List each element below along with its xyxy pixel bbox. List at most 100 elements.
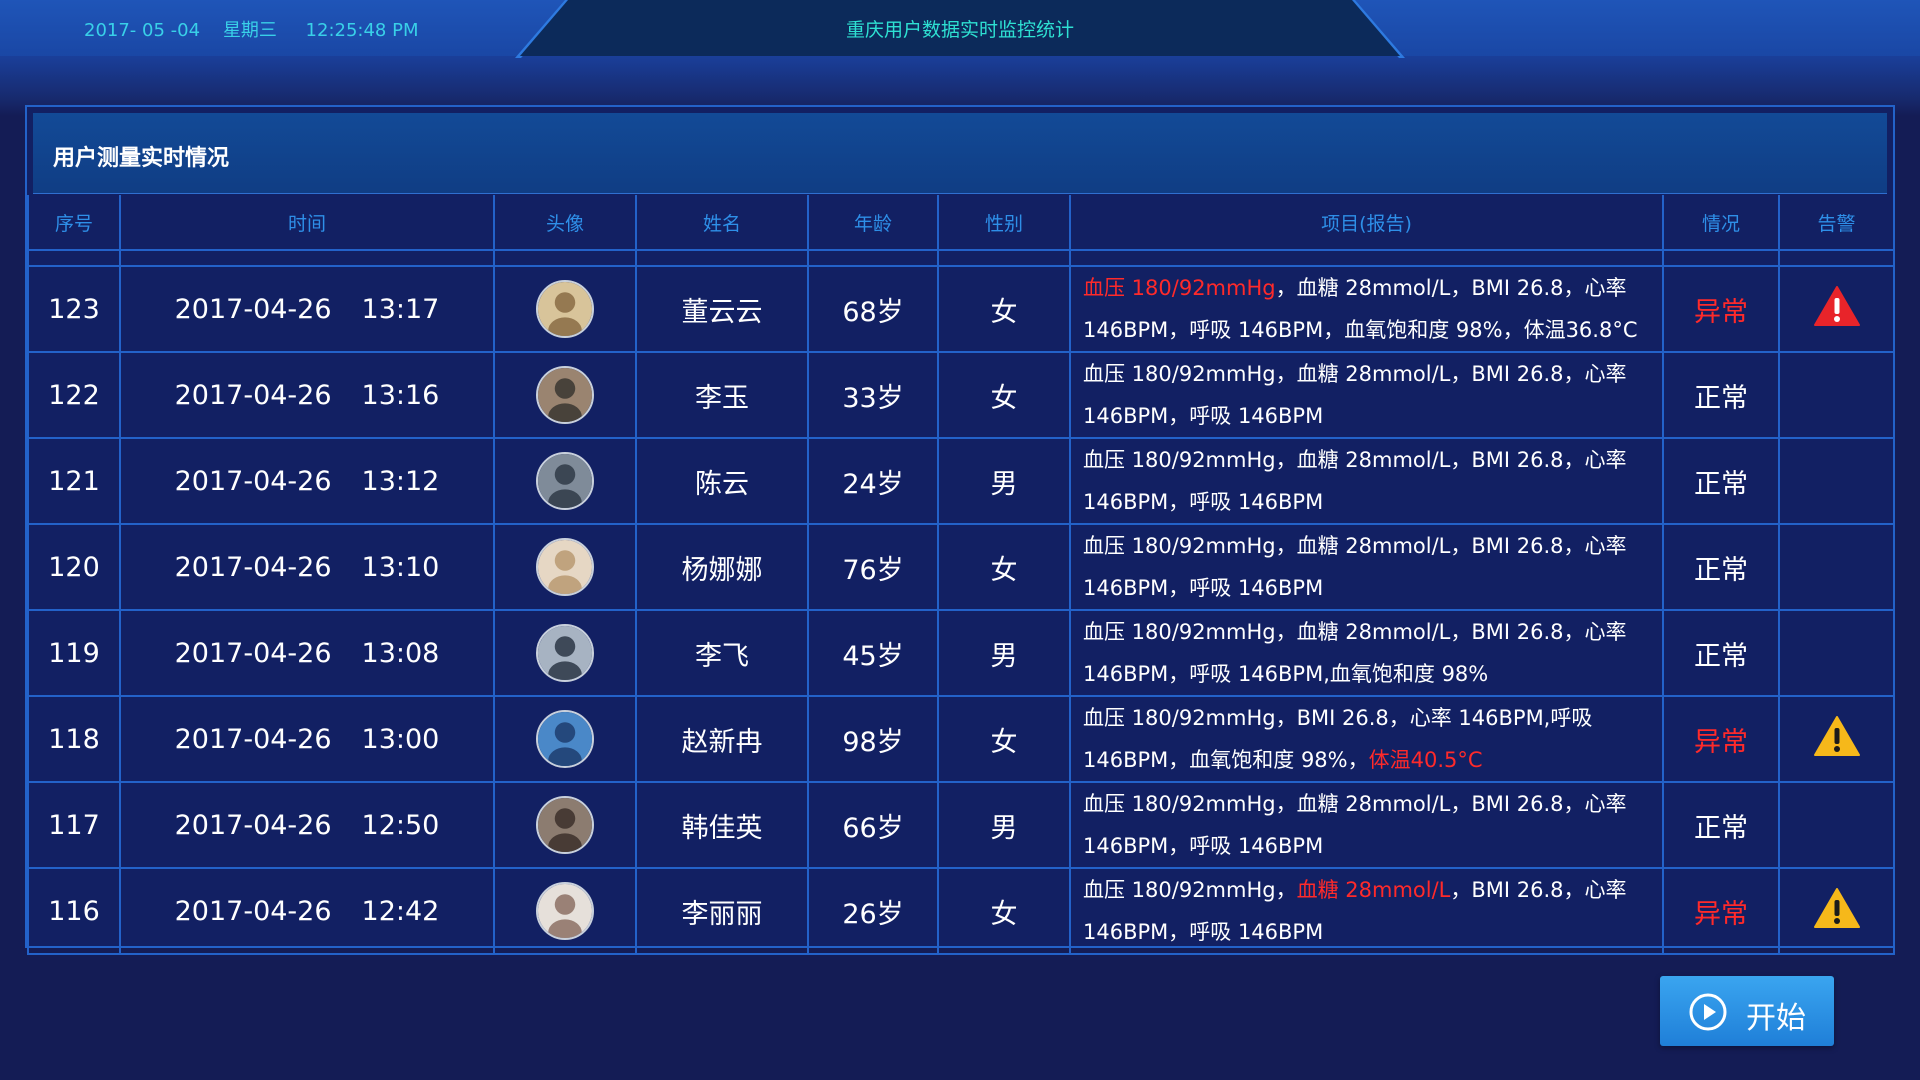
cell-id: 116 [27,867,121,955]
report-segment: 血压 180/92mmHg，血糖 28mmol/L，BMI 26.8，心率 14… [1083,448,1627,514]
cell-avatar [493,523,637,611]
cell-date: 2017-04-26 [174,465,332,497]
cell-clock: 12:50 [361,809,440,841]
cell-report: 血压 180/92mmHg，血糖 28mmol/L，BMI 26.8，心率 14… [1069,351,1664,439]
report-segment: 血压 180/92mmHg， [1083,878,1297,902]
table-spacer-row [27,249,1895,267]
cell-alert [1778,523,1895,611]
cell-status: 正常 [1662,609,1780,697]
col-header-status: 情况 [1662,195,1780,250]
start-button[interactable]: 开始 [1660,976,1834,1046]
table-row[interactable]: 116 2017-04-26 12:42 李丽丽 26岁 女 血压 180/92m… [27,867,1895,955]
cell-time: 2017-04-26 13:16 [119,351,495,439]
cell-date: 2017-04-26 [174,293,332,325]
panel-title: 用户测量实时情况 [53,146,230,171]
cell-id: 117 [27,781,121,869]
col-header-time: 时间 [119,195,495,250]
cell-id: 121 [27,437,121,525]
cell-age: 26岁 [807,867,939,955]
avatar[interactable] [536,710,594,768]
cell-age: 66岁 [807,781,939,869]
cell-id: 122 [27,351,121,439]
table-row[interactable]: 117 2017-04-26 12:50 韩佳英 66岁 男 血压 180/92m… [27,781,1895,869]
cell-report: 血压 180/92mmHg，血糖 28mmol/L，BMI 26.8，心率 14… [1069,265,1664,353]
cell-date: 2017-04-26 [174,551,332,583]
cell-report: 血压 180/92mmHg，BMI 26.8，心率 146BPM,呼吸 146B… [1069,695,1664,783]
avatar[interactable] [536,538,594,596]
cell-age: 76岁 [807,523,939,611]
avatar[interactable] [536,366,594,424]
table-row[interactable]: 122 2017-04-26 13:16 李玉 33岁 女 血压 180/92mm… [27,351,1895,439]
cell-report: 血压 180/92mmHg，血糖 28mmol/L，BMI 26.8，心率 14… [1069,867,1664,955]
table-row[interactable]: 121 2017-04-26 13:12 陈云 24岁 男 血压 180/92mm… [27,437,1895,525]
cell-time: 2017-04-26 13:00 [119,695,495,783]
cell-age: 98岁 [807,695,939,783]
report-segment: 血压 180/92mmHg，血糖 28mmol/L，BMI 26.8，心率 14… [1083,362,1627,428]
cell-name: 陈云 [635,437,809,525]
cell-clock: 13:17 [361,293,440,325]
avatar[interactable] [536,624,594,682]
avatar[interactable] [536,280,594,338]
cell-name: 李飞 [635,609,809,697]
table-row[interactable]: 119 2017-04-26 13:08 李飞 45岁 男 血压 180/92mm… [27,609,1895,697]
table-row[interactable]: 118 2017-04-26 13:00 赵新冉 98岁 女 血压 180/92m… [27,695,1895,783]
cell-gender: 女 [937,351,1071,439]
cell-date: 2017-04-26 [174,809,332,841]
cell-status: 异常 [1662,265,1780,353]
report-segment: 血压 180/92mmHg，血糖 28mmol/L，BMI 26.8，心率 14… [1083,620,1627,686]
cell-name: 李玉 [635,351,809,439]
cell-avatar [493,609,637,697]
cell-alert [1778,609,1895,697]
table-row[interactable]: 120 2017-04-26 13:10 杨娜娜 76岁 女 血压 180/92m… [27,523,1895,611]
cell-report: 血压 180/92mmHg，血糖 28mmol/L，BMI 26.8，心率 14… [1069,523,1664,611]
table-header-row: 序号 时间 头像 姓名 年龄 性别 项目(报告) 情况 告警 [27,195,1895,250]
cell-avatar [493,265,637,353]
cell-time: 2017-04-26 13:12 [119,437,495,525]
warning-icon [1813,715,1860,756]
col-header-avatar: 头像 [493,195,637,250]
measurement-table: 序号 时间 头像 姓名 年龄 性别 项目(报告) 情况 告警 123 2017-… [27,195,1895,955]
cell-alert [1778,351,1895,439]
col-header-gender: 性别 [937,195,1071,250]
report-segment: 体温40.5°C [1368,748,1483,772]
cell-report: 血压 180/92mmHg，血糖 28mmol/L，BMI 26.8，心率 14… [1069,781,1664,869]
cell-date: 2017-04-26 [174,379,332,411]
cell-time: 2017-04-26 13:10 [119,523,495,611]
cell-avatar [493,781,637,869]
measurement-panel: 用户测量实时情况 序号 时间 头像 姓名 年龄 性别 项目(报告) 情况 告警 [25,105,1895,955]
cell-time: 2017-04-26 12:50 [119,781,495,869]
cell-report: 血压 180/92mmHg，血糖 28mmol/L，BMI 26.8，心率 14… [1069,609,1664,697]
cell-name: 董云云 [635,265,809,353]
table-row[interactable]: 123 2017-04-26 13:17 董云云 68岁 女 血压 180/92m… [27,265,1895,353]
table-body: 123 2017-04-26 13:17 董云云 68岁 女 血压 180/92m… [27,249,1895,955]
report-segment: 血压 180/92mmHg，BMI 26.8，心率 146BPM,呼吸 146B… [1083,706,1593,772]
cell-id: 123 [27,265,121,353]
cell-avatar [493,867,637,955]
cell-clock: 13:00 [361,723,440,755]
cell-name: 李丽丽 [635,867,809,955]
avatar[interactable] [536,452,594,510]
cell-report: 血压 180/92mmHg，血糖 28mmol/L，BMI 26.8，心率 14… [1069,437,1664,525]
avatar[interactable] [536,882,594,940]
cell-clock: 13:12 [361,465,440,497]
header-datetime: 2017- 05 -04 星期三 12:25:48 PM [84,20,419,41]
col-header-alert: 告警 [1778,195,1895,250]
warning-icon [1813,887,1860,928]
col-header-id: 序号 [27,195,121,250]
report-segment: 血压 180/92mmHg [1083,276,1276,300]
cell-gender: 男 [937,437,1071,525]
avatar[interactable] [536,796,594,854]
cell-clock: 13:10 [361,551,440,583]
cell-gender: 男 [937,609,1071,697]
cell-alert [1778,265,1895,353]
cell-alert [1778,437,1895,525]
cell-clock: 12:42 [361,895,440,927]
cell-date: 2017-04-26 [174,637,332,669]
cell-age: 68岁 [807,265,939,353]
cell-clock: 13:16 [361,379,440,411]
play-circle-icon [1689,993,1727,1031]
cell-date: 2017-04-26 [174,895,332,927]
cell-id: 118 [27,695,121,783]
cell-time: 2017-04-26 12:42 [119,867,495,955]
col-header-name: 姓名 [635,195,809,250]
